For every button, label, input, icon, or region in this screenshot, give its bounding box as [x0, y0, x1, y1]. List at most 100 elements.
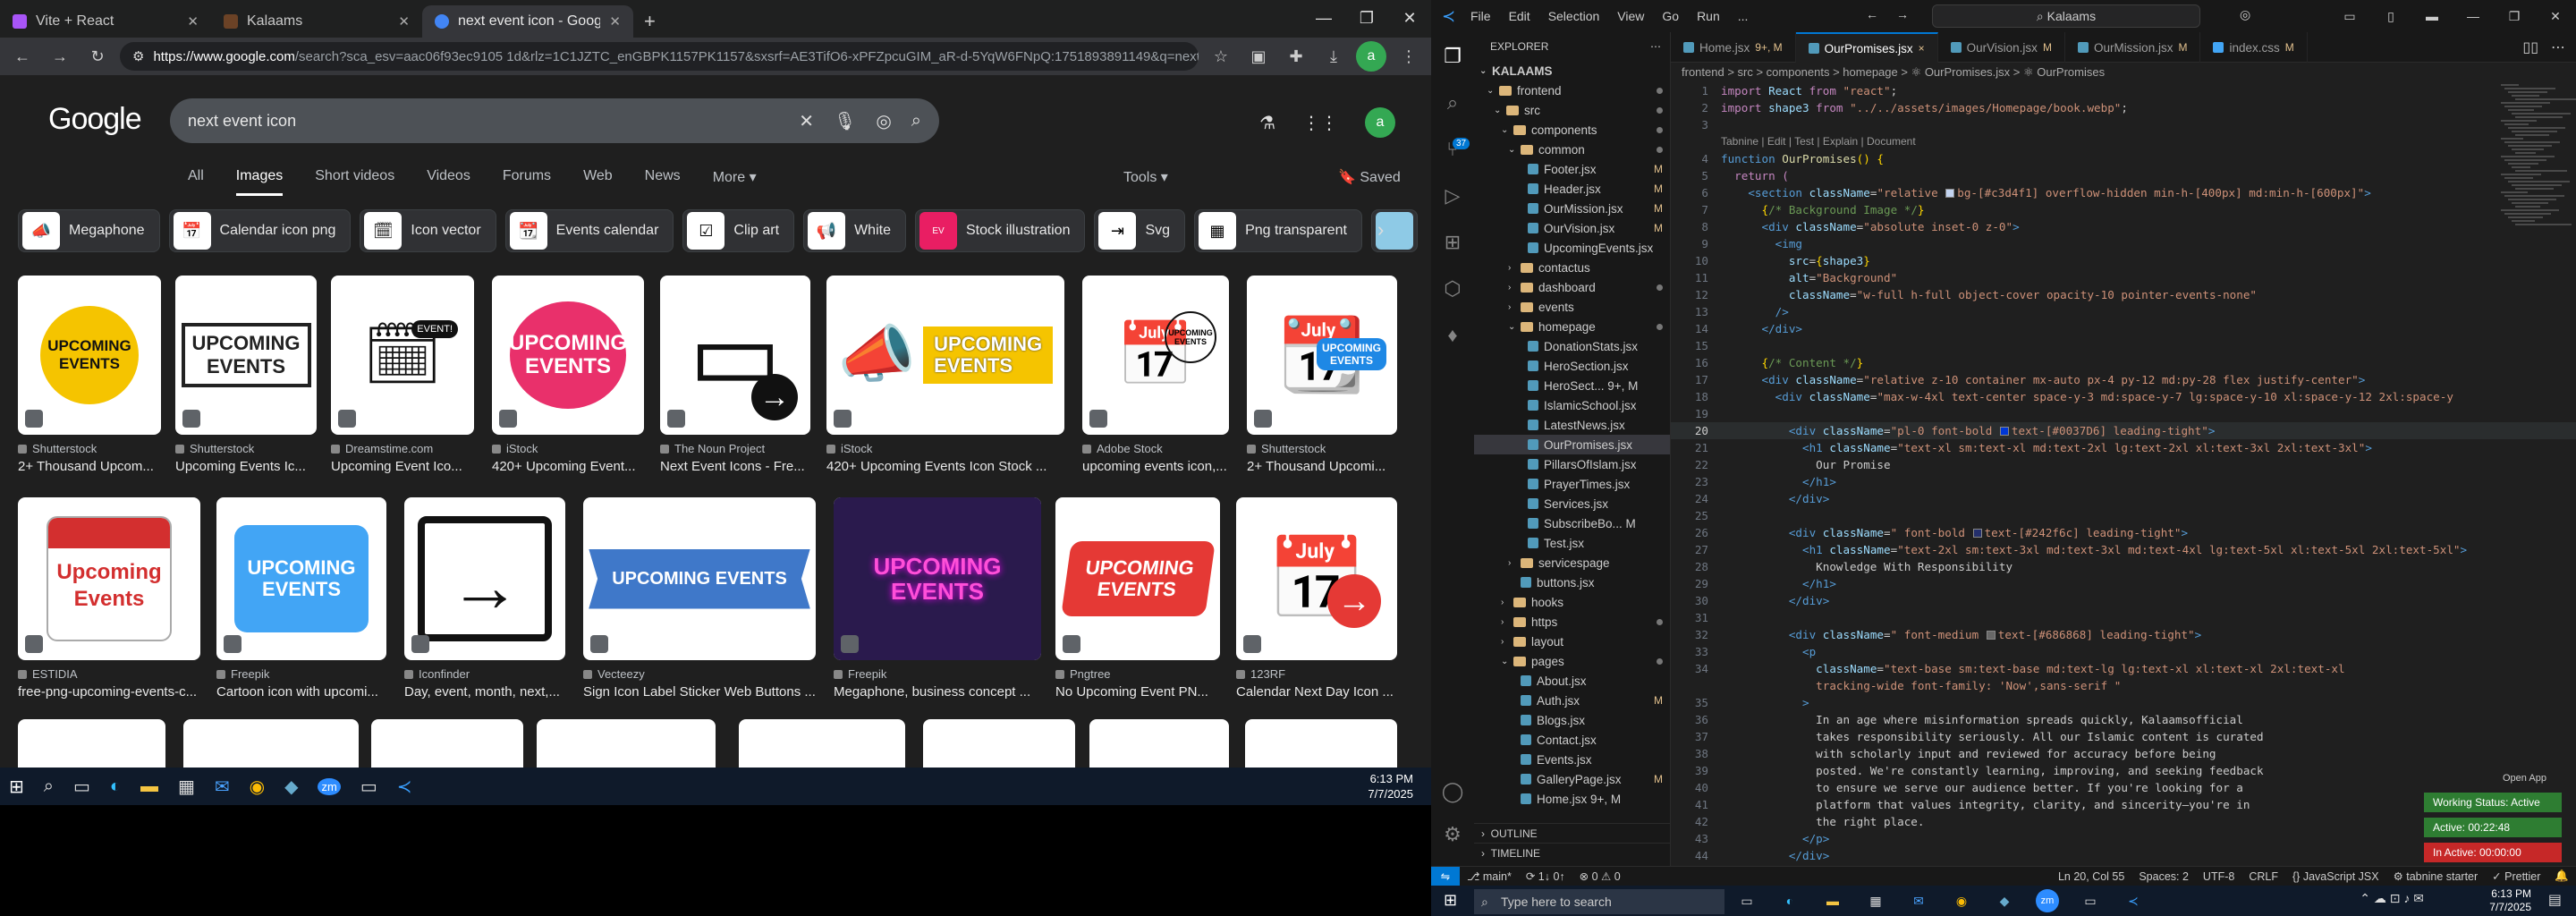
- download-icon[interactable]: ⤓: [1318, 47, 1349, 66]
- folder-dashboard[interactable]: › dashboard: [1474, 277, 1670, 297]
- bookmark-star-icon[interactable]: ☆: [1206, 47, 1236, 66]
- chip-calendar-icon-png[interactable]: 📅 Calendar icon png: [168, 209, 352, 252]
- result-caption[interactable]: Cartoon icon with upcomi...: [216, 684, 386, 700]
- nav-news[interactable]: News: [645, 168, 681, 196]
- image-result[interactable]: UPCOMING EVENTS Vecteezy Sign Icon Label S…: [583, 497, 816, 700]
- folder-layout[interactable]: › layout: [1474, 632, 1670, 651]
- file-item[interactable]: IslamicSchool.jsx: [1474, 395, 1670, 415]
- image-thumbnail[interactable]: Upcoming Events: [18, 497, 200, 660]
- editor-tab[interactable]: OurVision.jsx M: [1938, 32, 2065, 63]
- menu-file[interactable]: File: [1470, 9, 1491, 23]
- windows-start-icon[interactable]: ⊞: [1444, 891, 1457, 910]
- menu-edit[interactable]: Edit: [1509, 9, 1530, 23]
- back-icon[interactable]: ←: [1866, 7, 1878, 21]
- file-item[interactable]: Services.jsx: [1474, 494, 1670, 513]
- minimize-icon[interactable]: —: [1302, 0, 1345, 36]
- image-thumbnail[interactable]: 📆UPCOMINGEVENTS: [1247, 276, 1397, 435]
- editor-tab[interactable]: index.css M: [2200, 32, 2308, 63]
- chip-white[interactable]: 📢 White: [803, 209, 906, 252]
- more-actions-icon[interactable]: ⋯: [2551, 38, 2565, 56]
- image-result[interactable]: 📆UPCOMINGEVENTS Shutterstock 2+ Thousand U…: [1247, 276, 1397, 474]
- file-item[interactable]: About.jsx: [1474, 671, 1670, 691]
- more-actions-icon[interactable]: ⋯: [1650, 40, 1661, 53]
- image-result[interactable]: UPCOMING EVENTS Shutterstock Upcoming Event…: [175, 276, 317, 474]
- taskbar-clock[interactable]: 6:13 PM 7/7/2025: [1368, 771, 1413, 802]
- tabnine-icon[interactable]: ♦: [1447, 324, 1457, 347]
- image-thumbnail[interactable]: 📅 UPCOMING EVENTS: [1082, 276, 1229, 435]
- menu-selection[interactable]: Selection: [1548, 9, 1600, 23]
- nav-images[interactable]: Images: [235, 168, 284, 196]
- folder-common[interactable]: ⌄ common: [1474, 140, 1670, 159]
- image-result[interactable]: Upcoming Events ESTIDIA free-png-upcoming-e…: [18, 497, 200, 700]
- image-thumbnail[interactable]: UPCOMING EVENTS: [834, 497, 1041, 660]
- file-item[interactable]: GalleryPage.jsx M: [1474, 769, 1670, 789]
- store-icon[interactable]: ▦: [1864, 889, 1887, 912]
- file-item[interactable]: Test.jsx: [1474, 533, 1670, 553]
- nav-all[interactable]: All: [188, 168, 204, 196]
- explorer-icon[interactable]: ❐: [1444, 45, 1462, 68]
- image-thumbnail[interactable]: 📅 →: [1236, 497, 1397, 660]
- chrome-icon[interactable]: ◉: [250, 776, 265, 798]
- settings-gear-icon[interactable]: ⚙: [1444, 823, 1462, 846]
- file-item[interactable]: PrayerTimes.jsx: [1474, 474, 1670, 494]
- git-branch[interactable]: ⎇ main*: [1460, 869, 1519, 883]
- search-box[interactable]: next event icon ✕ 🎙 ◎ ⌕: [170, 98, 939, 143]
- folder-frontend[interactable]: ⌄ frontend: [1474, 81, 1670, 100]
- result-source[interactable]: iStock: [492, 442, 644, 455]
- puzzle-icon[interactable]: ✚: [1281, 47, 1311, 66]
- result-source[interactable]: Pngtree: [1055, 667, 1220, 681]
- menu-go[interactable]: Go: [1662, 9, 1679, 23]
- vscode-icon[interactable]: ≺: [2122, 889, 2145, 912]
- nav-more[interactable]: More ▾: [713, 168, 757, 196]
- image-result[interactable]: 📅 UPCOMING EVENTS Adobe Stock upcoming even…: [1082, 276, 1229, 474]
- run-debug-icon[interactable]: ▷: [1445, 184, 1461, 208]
- result-caption[interactable]: Next Event Icons - Fre...: [660, 459, 810, 474]
- address-bar[interactable]: ⚙ https://www.google.com/search?sca_esv=…: [120, 42, 1199, 71]
- result-caption[interactable]: Calendar Next Day Icon ...: [1236, 684, 1397, 700]
- tools-button[interactable]: Tools ▾: [1123, 168, 1168, 186]
- mail-icon[interactable]: ✉: [1907, 889, 1930, 912]
- file-item[interactable]: OurPromises.jsx: [1474, 435, 1670, 454]
- search-icon[interactable]: ⌕: [44, 776, 54, 797]
- split-editor-icon[interactable]: ▯▯: [2522, 38, 2538, 56]
- site-info-icon[interactable]: ⚙: [132, 48, 144, 64]
- chip-clip-art[interactable]: ☑ Clip art: [682, 209, 795, 252]
- result-source[interactable]: 123RF: [1236, 667, 1397, 681]
- chevron-right-icon[interactable]: ›: [1377, 218, 1384, 242]
- file-item[interactable]: DonationStats.jsx: [1474, 336, 1670, 356]
- nav-web[interactable]: Web: [583, 168, 613, 196]
- saved-button[interactable]: 🔖 Saved: [1338, 168, 1401, 186]
- terminal-icon[interactable]: ▭: [360, 776, 377, 798]
- chrome-icon[interactable]: ◉: [1950, 889, 1973, 912]
- line-ending[interactable]: CRLF: [2241, 870, 2285, 883]
- result-source[interactable]: Adobe Stock: [1082, 442, 1229, 455]
- edge-icon[interactable]: ◐: [1778, 889, 1801, 912]
- file-item[interactable]: HeroSect... 9+, M: [1474, 376, 1670, 395]
- editor-tab[interactable]: OurPromises.jsx ×: [1795, 32, 1938, 63]
- result-caption[interactable]: No Upcoming Event PN...: [1055, 684, 1220, 700]
- image-result[interactable]: UPCOMING EVENTS Freepik Cartoon icon with u…: [216, 497, 386, 700]
- result-source[interactable]: Vecteezy: [583, 667, 816, 681]
- labs-icon[interactable]: ⚗: [1259, 112, 1275, 134]
- result-source[interactable]: Shutterstock: [1247, 442, 1397, 455]
- image-thumbnail[interactable]: →: [404, 497, 565, 660]
- tab-google-search[interactable]: next event icon - Google Searc ✕: [422, 5, 633, 38]
- result-source[interactable]: Freepik: [216, 667, 386, 681]
- image-result[interactable]: UPCOMING EVENTS iStock 420+ Upcoming Event.…: [492, 276, 644, 474]
- image-thumbnail[interactable]: UPCOMING EVENTS: [216, 497, 386, 660]
- file-item[interactable]: Blogs.jsx: [1474, 710, 1670, 730]
- result-caption[interactable]: Upcoming Events Ic...: [175, 459, 317, 474]
- image-result[interactable]: 📣 UPCOMING EVENTS iStock 420+ Upcoming Event…: [826, 276, 1064, 474]
- working-status-badge[interactable]: Working Status: Active: [2424, 793, 2562, 812]
- tab-kalaams[interactable]: Kalaams ✕: [211, 5, 422, 38]
- chip-megaphone[interactable]: 📣 Megaphone: [18, 209, 160, 252]
- copilot-icon[interactable]: ◎: [2240, 7, 2250, 22]
- chip-icon-vector[interactable]: 🗓 Icon vector: [360, 209, 496, 252]
- layout-icon[interactable]: ▭: [2329, 0, 2370, 32]
- result-source[interactable]: ESTIDIA: [18, 667, 200, 681]
- open-app-link[interactable]: Open App: [2503, 773, 2546, 784]
- file-item[interactable]: HeroSection.jsx: [1474, 356, 1670, 376]
- result-source[interactable]: Iconfinder: [404, 667, 565, 681]
- image-thumbnail[interactable]: UPCOMING EVENTS: [175, 276, 317, 435]
- apps-grid-icon[interactable]: ⋮⋮: [1302, 112, 1338, 134]
